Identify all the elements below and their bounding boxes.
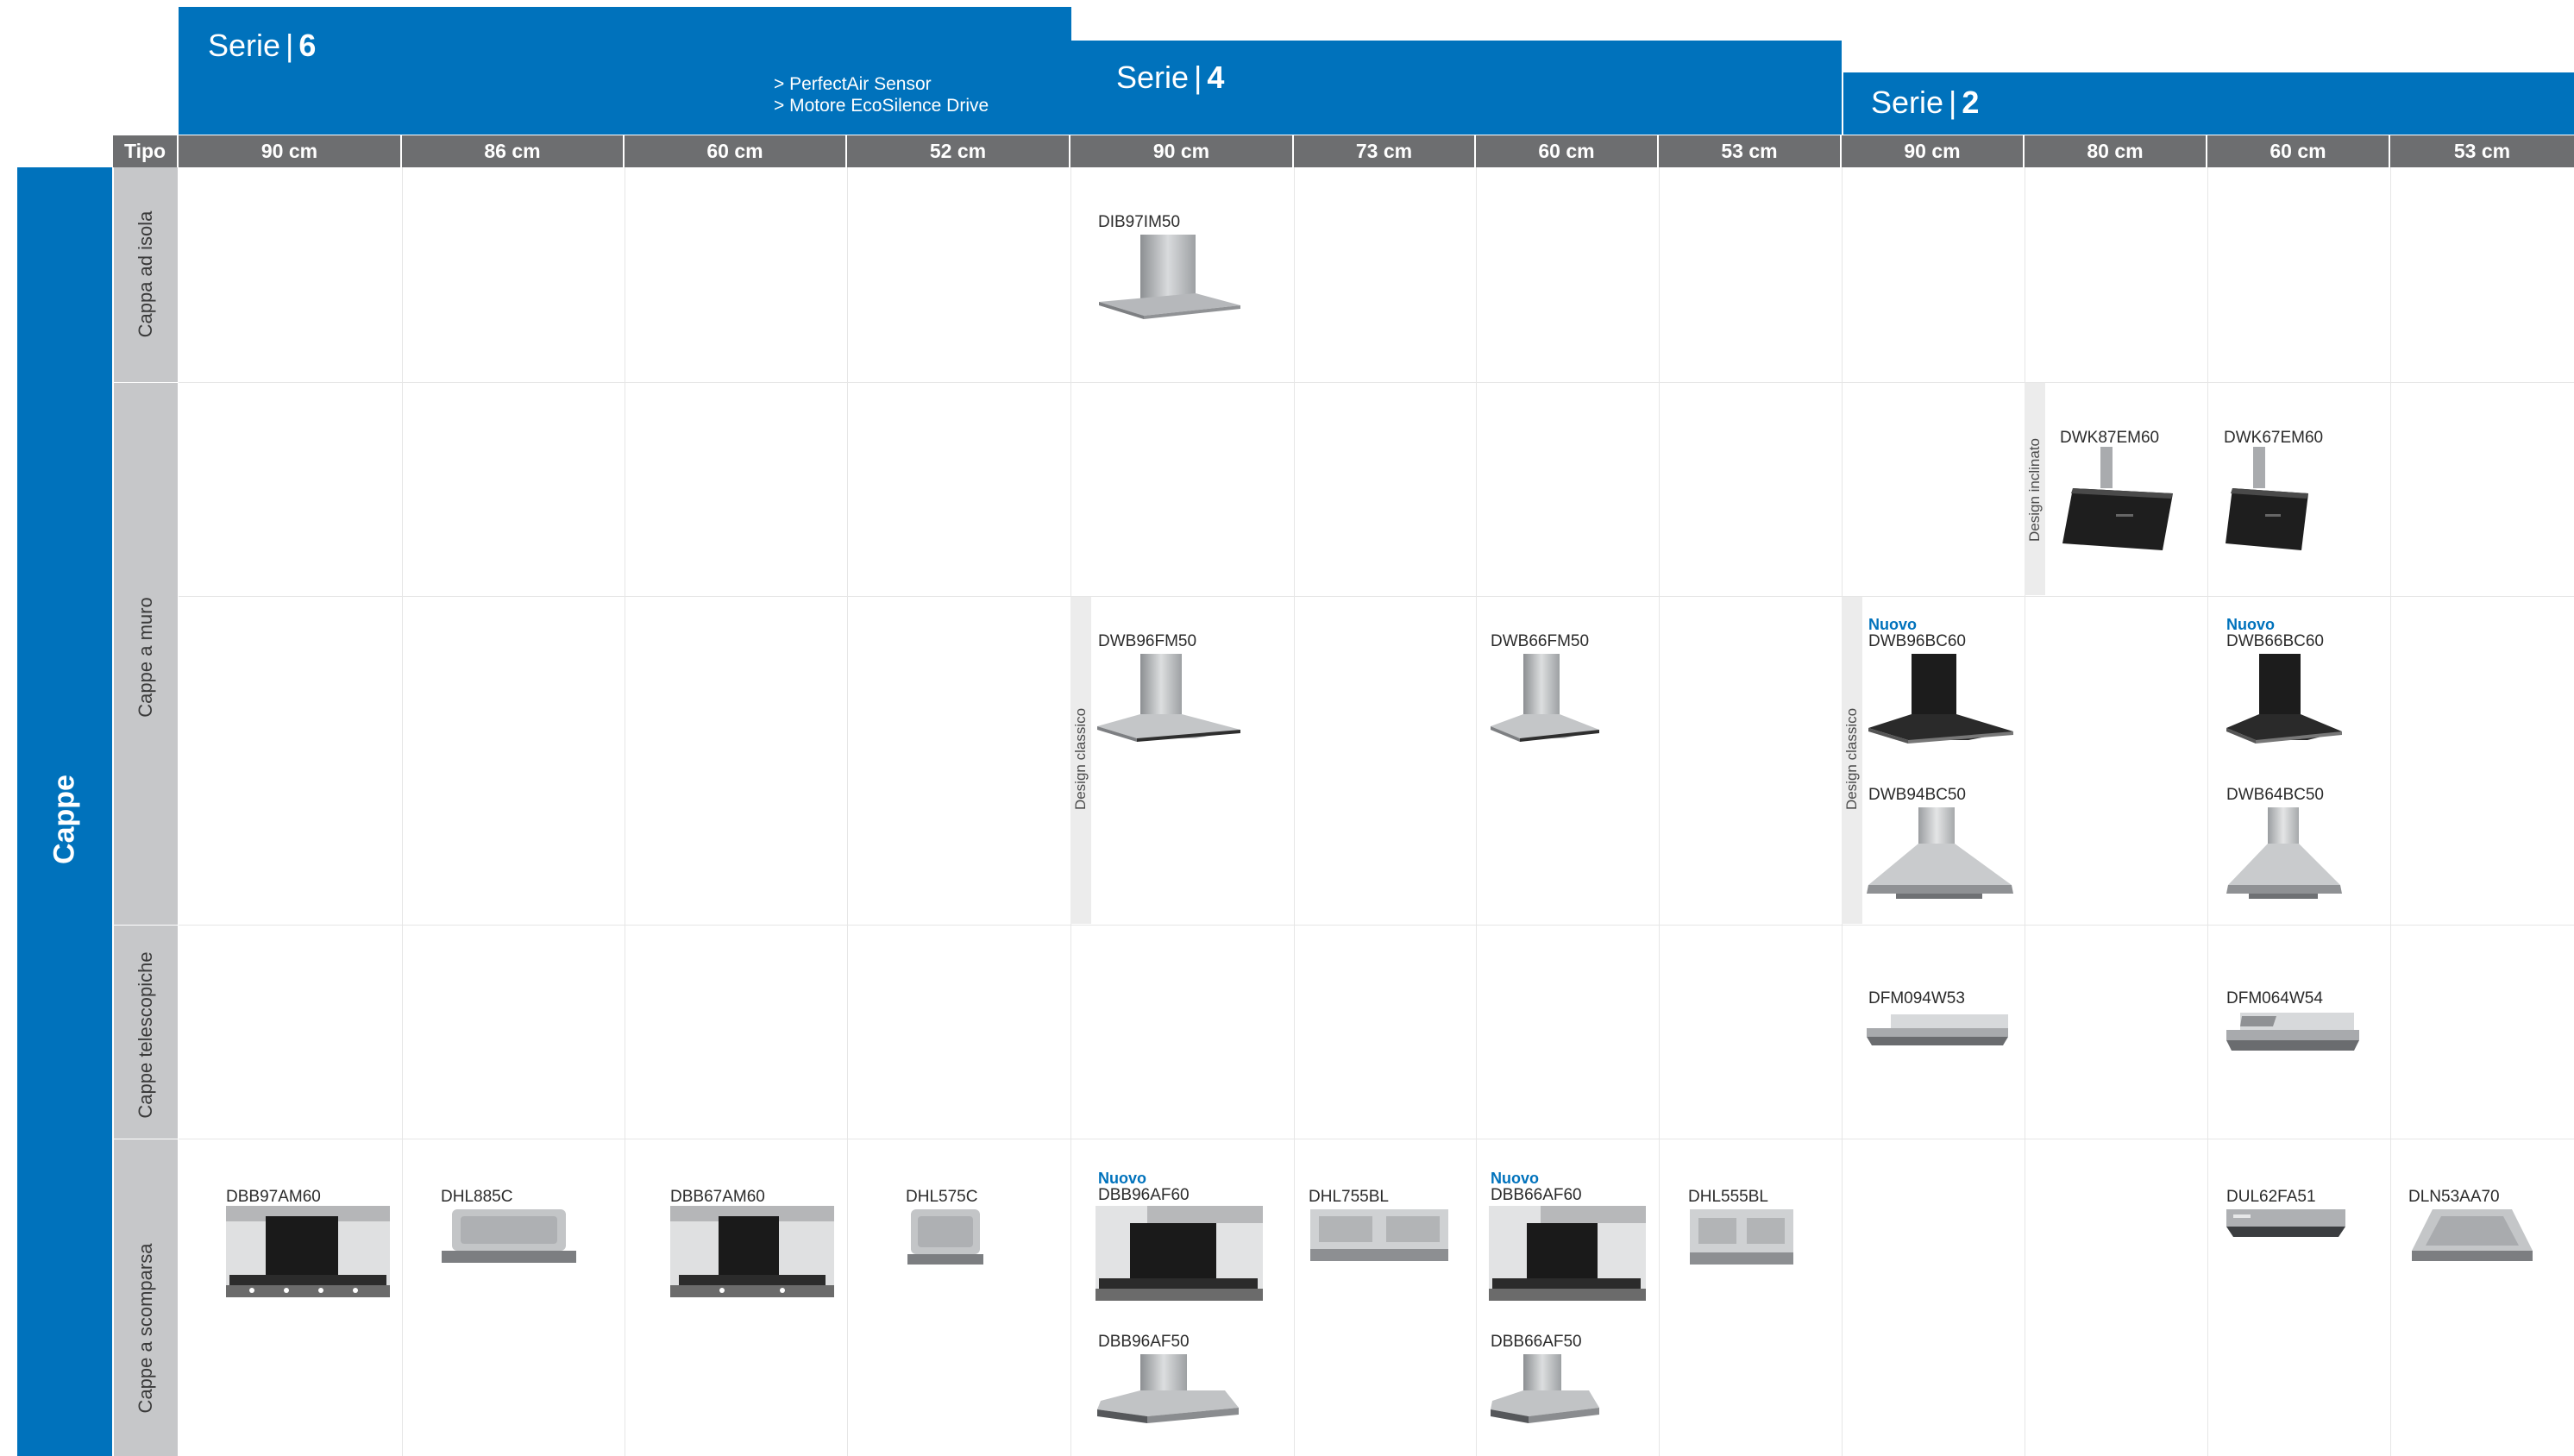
tipo-header: Tipo	[113, 135, 179, 167]
product-image-built-in-hood	[1096, 1206, 1263, 1301]
row-divider	[114, 925, 178, 926]
width-header-serie2-90: 90 cm	[1842, 135, 2025, 167]
product-image-built-in-hood	[670, 1206, 834, 1297]
new-badge: Nuovo	[1491, 1170, 1539, 1187]
category-label: Cappe	[47, 775, 81, 864]
width-header-serie4-73: 73 cm	[1294, 135, 1476, 167]
product-image-black-chimney-hood	[1868, 654, 2013, 744]
new-badge: Nuovo	[2226, 616, 2275, 633]
product-image-insert-hood	[1690, 1209, 1793, 1265]
serie-6-band: Serie | 6 > PerfectAir Sensor > Motore Eco…	[179, 7, 1071, 135]
grid-line	[1294, 167, 1295, 1456]
model-label-DHL555BL: DHL555BL	[1688, 1188, 1768, 1206]
model-label-DWB94BC50: DWB94BC50	[1868, 786, 1966, 804]
serie-6-features: > PerfectAir Sensor > Motore EcoSilence …	[774, 73, 989, 116]
grid-line	[2207, 167, 2208, 1456]
product-image-insert-hood	[2412, 1209, 2533, 1261]
new-badge: Nuovo	[1098, 1170, 1146, 1187]
model-label-DWB64BC50: DWB64BC50	[2226, 786, 2324, 804]
product-image-pyramid-hood	[2226, 807, 2342, 899]
model-label-DWB66FM50: DWB66FM50	[1491, 632, 1590, 650]
grid-line	[1659, 167, 1660, 1456]
product-image-chimney-insert-hood	[1491, 1354, 1599, 1423]
model-label-DBB66AF50: DBB66AF50	[1491, 1333, 1582, 1351]
model-label-DWK87EM60: DWK87EM60	[2060, 429, 2160, 447]
model-label-DBB96AF60: DBB96AF60	[1098, 1186, 1190, 1204]
width-header-serie6-52: 52 cm	[847, 135, 1070, 167]
feature-ecosilence: > Motore EcoSilence Drive	[774, 96, 989, 116]
product-image-inclined-hood	[2062, 447, 2173, 550]
product-image-pyramid-hood	[1867, 807, 2013, 899]
width-header-serie4-60: 60 cm	[1476, 135, 1659, 167]
model-label-DIB97IM50: DIB97IM50	[1098, 213, 1181, 231]
grid-line	[2390, 167, 2391, 1456]
model-label-DWK67EM60: DWK67EM60	[2224, 429, 2324, 447]
width-header-serie4-90: 90 cm	[1070, 135, 1294, 167]
product-image-insert-hood	[1310, 1209, 1448, 1261]
product-image-chimney-hood	[1097, 654, 1240, 742]
grid-line	[847, 167, 848, 1456]
product-image-canopy-hood	[442, 1209, 576, 1263]
product-image-underc-hood	[2226, 1209, 2345, 1237]
serie-2-title: Serie | 2	[1871, 85, 1980, 120]
grid-line	[179, 596, 2574, 597]
model-label-DUL62FA51: DUL62FA51	[2226, 1188, 2316, 1206]
product-image-chimney-insert-hood	[1097, 1354, 1239, 1423]
width-header-serie6-86: 86 cm	[402, 135, 625, 167]
product-image-canopy-hood	[907, 1209, 983, 1265]
grid-line	[179, 382, 2574, 383]
product-image-black-chimney-hood	[2226, 654, 2342, 744]
design-classico-strip-serie4: Design classico	[1070, 597, 1091, 924]
width-header-serie6-90: 90 cm	[179, 135, 402, 167]
width-header-serie2-80: 80 cm	[2025, 135, 2207, 167]
row-label-muro: Cappe a muro	[135, 597, 156, 718]
width-header-serie2-60: 60 cm	[2207, 135, 2390, 167]
row-divider	[114, 382, 178, 383]
model-label-DLN53AA70: DLN53AA70	[2408, 1188, 2500, 1206]
model-label-DHL885C: DHL885C	[441, 1188, 513, 1206]
grid-line	[179, 925, 2574, 926]
width-header-serie2-53: 53 cm	[2390, 135, 2574, 167]
design-classico-label: Design classico	[1072, 707, 1089, 811]
model-label-DFM064W54: DFM064W54	[2226, 989, 2323, 1007]
grid-line	[1476, 167, 1477, 1456]
width-header-serie6-60: 60 cm	[625, 135, 847, 167]
row-label-telescopiche: Cappe telescopiche	[135, 951, 156, 1119]
design-inclinato-strip: Design inclinato	[2025, 383, 2045, 595]
model-label-DBB96AF50: DBB96AF50	[1098, 1333, 1190, 1351]
product-image-built-in-hood	[1489, 1206, 1646, 1301]
serie-4-band: Serie | 4	[1071, 41, 1842, 135]
model-label-DHL575C: DHL575C	[906, 1188, 978, 1206]
model-label-DHL755BL: DHL755BL	[1309, 1188, 1389, 1206]
row-label-isola: Cappa ad isola	[135, 210, 156, 338]
new-badge: Nuovo	[1868, 616, 1917, 633]
model-label-DBB97AM60: DBB97AM60	[226, 1188, 321, 1206]
product-image-chimney-hood	[1491, 654, 1599, 742]
row-label-column: Cappa ad isola Cappe a muro Cappe telesc…	[114, 167, 178, 1456]
grid-line	[402, 167, 403, 1456]
model-label-DBB67AM60: DBB67AM60	[670, 1188, 765, 1206]
serie-4-title: Serie | 4	[1116, 60, 1225, 95]
product-image-telescopic-hood	[1867, 1014, 2008, 1045]
model-label-DWB66BC60: DWB66BC60	[2226, 632, 2324, 650]
category-bar: Cappe	[17, 167, 112, 1456]
feature-perfectair: > PerfectAir Sensor	[774, 74, 932, 94]
row-label-scomparsa: Cappe a scomparsa	[135, 1243, 156, 1414]
design-inclinato-label: Design inclinato	[2026, 437, 2043, 543]
product-image-inclined-hood	[2226, 447, 2308, 550]
model-label-DWB96FM50: DWB96FM50	[1098, 632, 1197, 650]
serie-6-title: Serie | 6	[208, 28, 317, 63]
width-header-serie4-53: 53 cm	[1659, 135, 1842, 167]
product-image-telescopic-hood	[2226, 1013, 2359, 1051]
model-label-DBB66AF60: DBB66AF60	[1491, 1186, 1582, 1204]
model-label-DWB96BC60: DWB96BC60	[1868, 632, 1966, 650]
product-image-island-hood	[1099, 235, 1240, 319]
design-classico-label: Design classico	[1843, 707, 1860, 811]
model-label-DFM094W53: DFM094W53	[1868, 989, 1965, 1007]
design-classico-strip-serie2: Design classico	[1842, 597, 1862, 924]
product-image-built-in-hood	[226, 1206, 390, 1297]
serie-2-band: Serie | 2	[1843, 72, 2574, 135]
